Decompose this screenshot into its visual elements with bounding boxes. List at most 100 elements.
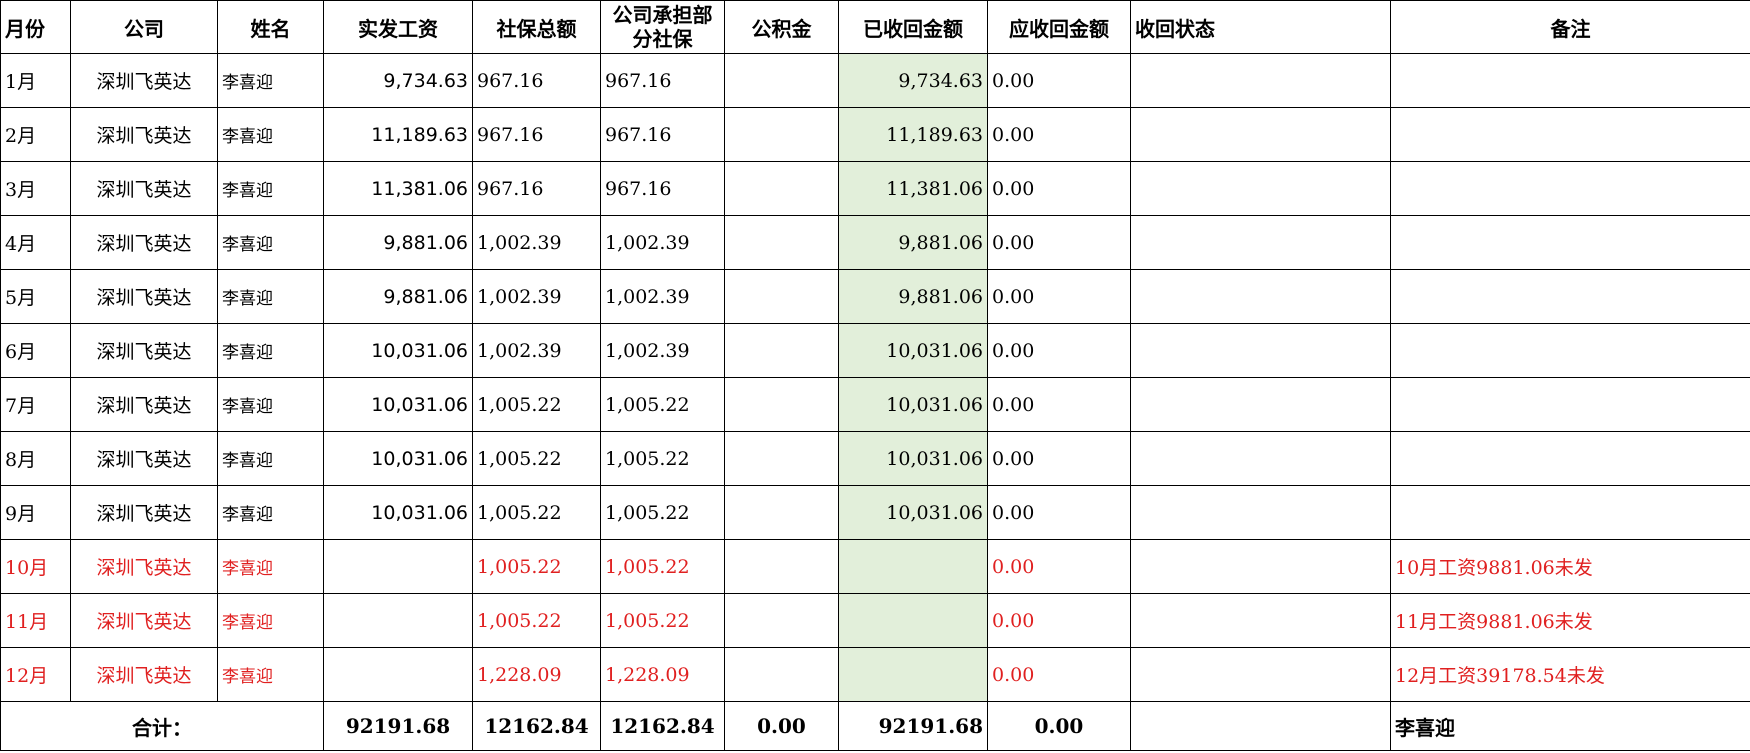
cell-status[interactable] [1130,593,1391,648]
total-remark[interactable]: 李喜迎 [1390,701,1750,751]
cell-receivable[interactable]: 0.00 [987,485,1131,540]
cell-recovered[interactable]: 11,381.06 [838,161,988,216]
cell-name[interactable]: 李喜迎 [217,53,324,108]
cell-recovered[interactable] [838,593,988,648]
cell-status[interactable] [1130,269,1391,324]
cell-company-social[interactable]: 1,228.09 [600,647,725,702]
cell-housing-fund[interactable] [724,323,839,378]
cell-company-social[interactable]: 1,005.22 [600,539,725,594]
cell-company[interactable]: 深圳飞英达 [70,593,218,648]
cell-social-total[interactable]: 1,005.22 [472,485,601,540]
cell-name[interactable]: 李喜迎 [217,107,324,162]
cell-recovered[interactable]: 9,734.63 [838,53,988,108]
cell-receivable[interactable]: 0.00 [987,269,1131,324]
header-receivable[interactable]: 应收回金额 [987,0,1131,54]
cell-company[interactable]: 深圳飞英达 [70,647,218,702]
total-label[interactable]: 合计： [0,701,324,751]
cell-name[interactable]: 李喜迎 [217,269,324,324]
cell-company[interactable]: 深圳飞英达 [70,539,218,594]
cell-company-social[interactable]: 1,002.39 [600,323,725,378]
total-net-salary[interactable]: 92191.68 [323,701,473,751]
cell-recovered[interactable]: 9,881.06 [838,269,988,324]
cell-name[interactable]: 李喜迎 [217,647,324,702]
cell-company-social[interactable]: 967.16 [600,161,725,216]
cell-net-salary[interactable] [323,593,473,648]
cell-name[interactable]: 李喜迎 [217,485,324,540]
cell-remark[interactable] [1390,269,1750,324]
cell-housing-fund[interactable] [724,485,839,540]
cell-status[interactable] [1130,161,1391,216]
total-social-total[interactable]: 12162.84 [472,701,601,751]
total-receivable[interactable]: 0.00 [987,701,1131,751]
cell-housing-fund[interactable] [724,593,839,648]
cell-net-salary[interactable]: 11,189.63 [323,107,473,162]
cell-social-total[interactable]: 1,005.22 [472,539,601,594]
cell-company[interactable]: 深圳飞英达 [70,215,218,270]
cell-net-salary[interactable]: 10,031.06 [323,431,473,486]
cell-receivable[interactable]: 0.00 [987,647,1131,702]
cell-company[interactable]: 深圳飞英达 [70,269,218,324]
cell-status[interactable] [1130,485,1391,540]
total-recovered[interactable]: 92191.68 [838,701,988,751]
cell-company-social[interactable]: 1,005.22 [600,485,725,540]
cell-company[interactable]: 深圳飞英达 [70,377,218,432]
cell-recovered[interactable]: 9,881.06 [838,215,988,270]
cell-name[interactable]: 李喜迎 [217,161,324,216]
cell-social-total[interactable]: 1,002.39 [472,215,601,270]
cell-receivable[interactable]: 0.00 [987,107,1131,162]
cell-social-total[interactable]: 1,002.39 [472,323,601,378]
header-remark[interactable]: 备注 [1390,0,1750,54]
cell-company-social[interactable]: 967.16 [600,53,725,108]
cell-remark[interactable] [1390,107,1750,162]
cell-month[interactable]: 3月 [0,161,71,216]
header-net-salary[interactable]: 实发工资 [323,0,473,54]
cell-company[interactable]: 深圳飞英达 [70,431,218,486]
cell-status[interactable] [1130,215,1391,270]
cell-company-social[interactable]: 967.16 [600,107,725,162]
cell-social-total[interactable]: 967.16 [472,107,601,162]
cell-receivable[interactable]: 0.00 [987,377,1131,432]
cell-name[interactable]: 李喜迎 [217,377,324,432]
cell-month[interactable]: 1月 [0,53,71,108]
header-recovered[interactable]: 已收回金额 [838,0,988,54]
cell-receivable[interactable]: 0.00 [987,161,1131,216]
cell-social-total[interactable]: 1,228.09 [472,647,601,702]
total-company-social[interactable]: 12162.84 [600,701,725,751]
cell-net-salary[interactable] [323,539,473,594]
cell-company-social[interactable]: 1,005.22 [600,377,725,432]
cell-net-salary[interactable]: 9,734.63 [323,53,473,108]
cell-housing-fund[interactable] [724,161,839,216]
cell-housing-fund[interactable] [724,431,839,486]
cell-remark[interactable]: 10月工资9881.06未发 [1390,539,1750,594]
cell-remark[interactable] [1390,377,1750,432]
cell-remark[interactable] [1390,53,1750,108]
cell-social-total[interactable]: 1,005.22 [472,431,601,486]
cell-social-total[interactable]: 1,005.22 [472,593,601,648]
cell-housing-fund[interactable] [724,647,839,702]
cell-month[interactable]: 4月 [0,215,71,270]
cell-recovered[interactable] [838,647,988,702]
cell-month[interactable]: 2月 [0,107,71,162]
cell-remark[interactable] [1390,323,1750,378]
cell-receivable[interactable]: 0.00 [987,539,1131,594]
cell-remark[interactable] [1390,431,1750,486]
cell-receivable[interactable]: 0.00 [987,431,1131,486]
cell-recovered[interactable]: 10,031.06 [838,323,988,378]
cell-housing-fund[interactable] [724,53,839,108]
cell-status[interactable] [1130,53,1391,108]
cell-net-salary[interactable]: 9,881.06 [323,215,473,270]
cell-recovered[interactable]: 11,189.63 [838,107,988,162]
cell-month[interactable]: 7月 [0,377,71,432]
cell-month[interactable]: 5月 [0,269,71,324]
cell-remark[interactable] [1390,485,1750,540]
cell-housing-fund[interactable] [724,269,839,324]
cell-month[interactable]: 12月 [0,647,71,702]
cell-status[interactable] [1130,431,1391,486]
cell-company[interactable]: 深圳飞英达 [70,107,218,162]
cell-receivable[interactable]: 0.00 [987,323,1131,378]
cell-status[interactable] [1130,539,1391,594]
cell-name[interactable]: 李喜迎 [217,323,324,378]
total-housing-fund[interactable]: 0.00 [724,701,839,751]
header-company-social[interactable]: 公司承担部分社保 [600,0,725,54]
header-housing-fund[interactable]: 公积金 [724,0,839,54]
